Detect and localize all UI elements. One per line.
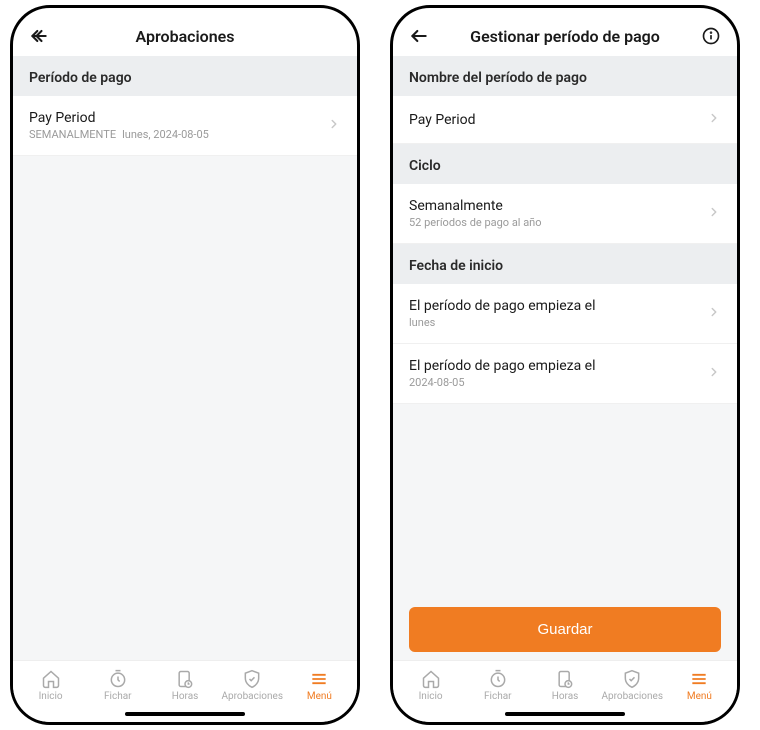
tab-label: Inicio — [39, 691, 63, 702]
tab-home[interactable]: Inicio — [397, 669, 464, 702]
tab-home[interactable]: Inicio — [17, 669, 84, 702]
pay-period-detail: lunes, 2024-08-05 — [122, 128, 209, 141]
start-day-title: El período de pago empieza el — [409, 298, 707, 314]
home-indicator — [505, 712, 625, 716]
header: Aprobaciones — [13, 8, 357, 56]
list-item-body: Pay Period SEMANALMENTE lunes, 2024-08-05 — [29, 110, 327, 141]
info-icon[interactable] — [701, 26, 721, 46]
tab-hours[interactable]: Horas — [151, 669, 218, 702]
list-item-body: El período de pago empieza el 2024-08-05 — [409, 358, 707, 389]
tab-label: Horas — [172, 691, 199, 702]
tab-label: Aprobaciones — [601, 691, 663, 702]
phone-approvals: Aprobaciones Período de pago Pay Period … — [10, 5, 360, 725]
save-button-container: Guardar — [393, 595, 737, 660]
tab-label: Menú — [307, 691, 332, 702]
start-day-row[interactable]: El período de pago empieza el lunes — [393, 284, 737, 344]
chevron-right-icon — [707, 364, 721, 383]
page-title: Gestionar período de pago — [429, 27, 701, 46]
section-cycle: Ciclo — [393, 144, 737, 184]
chevron-right-icon — [707, 110, 721, 129]
tab-approvals[interactable]: Aprobaciones — [599, 669, 666, 702]
cycle-row[interactable]: Semanalmente 52 períodos de pago al año — [393, 184, 737, 244]
header: Gestionar período de pago — [393, 8, 737, 56]
phone-manage-pay-period: Gestionar período de pago Nombre del per… — [390, 5, 740, 725]
tab-approvals[interactable]: Aprobaciones — [219, 669, 286, 702]
page-title: Aprobaciones — [49, 27, 321, 46]
pay-period-title: Pay Period — [29, 110, 327, 126]
content-area: Período de pago Pay Period SEMANALMENTE l… — [13, 56, 357, 660]
list-item-body: Semanalmente 52 períodos de pago al año — [409, 198, 707, 229]
chevron-right-icon — [327, 116, 341, 135]
start-date-row[interactable]: El período de pago empieza el 2024-08-05 — [393, 344, 737, 404]
section-pay-period: Período de pago — [13, 56, 357, 96]
pay-period-sub: SEMANALMENTE lunes, 2024-08-05 — [29, 128, 327, 141]
tab-label: Aprobaciones — [221, 691, 283, 702]
save-button[interactable]: Guardar — [409, 607, 721, 652]
start-date-title: El período de pago empieza el — [409, 358, 707, 374]
tab-label: Fichar — [484, 691, 512, 702]
section-name: Nombre del período de pago — [393, 56, 737, 96]
tab-clock[interactable]: Fichar — [464, 669, 531, 702]
tab-label: Inicio — [419, 691, 443, 702]
name-row[interactable]: Pay Period — [393, 96, 737, 144]
home-indicator — [125, 712, 245, 716]
back-icon[interactable] — [409, 26, 429, 46]
section-start: Fecha de inicio — [393, 244, 737, 284]
tab-hours[interactable]: Horas — [531, 669, 598, 702]
pay-period-badge: SEMANALMENTE — [29, 128, 116, 141]
start-day-sub: lunes — [409, 316, 707, 329]
cycle-title: Semanalmente — [409, 198, 707, 214]
tab-label: Menú — [687, 691, 712, 702]
tab-menu[interactable]: Menú — [286, 669, 353, 702]
chevron-right-icon — [707, 204, 721, 223]
tab-label: Fichar — [104, 691, 132, 702]
tab-clock[interactable]: Fichar — [84, 669, 151, 702]
start-date-sub: 2024-08-05 — [409, 376, 707, 389]
back-icon[interactable] — [29, 26, 49, 46]
tab-menu[interactable]: Menú — [666, 669, 733, 702]
name-value: Pay Period — [409, 112, 707, 128]
cycle-sub: 52 períodos de pago al año — [409, 216, 707, 229]
chevron-right-icon — [707, 304, 721, 323]
tab-label: Horas — [552, 691, 579, 702]
list-item-body: El período de pago empieza el lunes — [409, 298, 707, 329]
pay-period-row[interactable]: Pay Period SEMANALMENTE lunes, 2024-08-05 — [13, 96, 357, 156]
list-item-body: Pay Period — [409, 112, 707, 128]
content-area: Nombre del período de pago Pay Period Ci… — [393, 56, 737, 595]
